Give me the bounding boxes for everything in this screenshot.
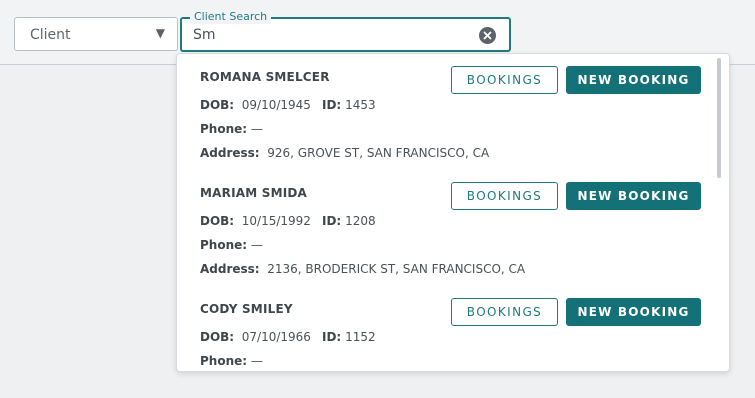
bookings-button[interactable]: BOOKINGS — [451, 182, 558, 210]
id-label: ID: — [322, 214, 342, 228]
bookings-button[interactable]: BOOKINGS — [451, 66, 558, 94]
id-value: 1208 — [345, 214, 376, 228]
address-label: Address: — [200, 262, 260, 276]
phone-label: Phone: — [200, 122, 248, 136]
caret-down-icon: ▼ — [155, 26, 165, 40]
result-item: MARIAM SMIDA DOB: 10/15/1992 ID: 1208 Ph… — [177, 170, 717, 286]
client-search-label: Client Search — [190, 10, 272, 24]
id-value: 1453 — [345, 98, 376, 112]
dob-value: 07/10/1966 — [241, 330, 311, 344]
client-name: CODY SMILEY — [200, 302, 293, 316]
result-item: ROMANA SMELCER DOB: 09/10/1945 ID: 1453 … — [177, 54, 717, 170]
address-label: Address: — [200, 146, 260, 160]
address-value: 926, GROVE ST, SAN FRANCISCO, CA — [267, 146, 490, 160]
dob-label: DOB: — [200, 214, 235, 228]
address-line: Address: 926, GROVE ST, SAN FRANCISCO, C… — [200, 146, 489, 160]
dob-line: DOB: 10/15/1992 ID: 1208 — [200, 214, 376, 228]
id-line: ID: 1152 — [322, 330, 376, 344]
phone-value: — — [250, 122, 263, 136]
new-booking-button[interactable]: NEW BOOKING — [566, 298, 701, 326]
address-value: 2136, BRODERICK ST, SAN FRANCISCO, CA — [267, 262, 526, 276]
result-item: CODY SMILEY DOB: 07/10/1966 ID: 1152 Pho… — [177, 286, 717, 371]
search-results-dropdown: ROMANA SMELCER DOB: 09/10/1945 ID: 1453 … — [176, 53, 730, 372]
phone-value: — — [250, 238, 263, 252]
dob-value: 09/10/1945 — [241, 98, 311, 112]
bookings-button[interactable]: BOOKINGS — [451, 298, 558, 326]
client-name: MARIAM SMIDA — [200, 186, 308, 200]
id-value: 1152 — [345, 330, 376, 344]
dob-line: DOB: 07/10/1966 ID: 1152 — [200, 330, 376, 344]
address-line: Address: 2136, BRODERICK ST, SAN FRANCIS… — [200, 262, 525, 276]
client-search-field[interactable]: Client Search — [180, 10, 511, 52]
phone-line: Phone: — — [200, 122, 263, 136]
dob-label: DOB: — [200, 98, 235, 112]
search-type-select[interactable]: Client ▼ — [14, 17, 178, 51]
id-label: ID: — [322, 330, 342, 344]
new-booking-button[interactable]: NEW BOOKING — [566, 182, 701, 210]
client-search-input[interactable] — [193, 25, 463, 45]
phone-label: Phone: — [200, 238, 248, 252]
phone-value: — — [250, 354, 263, 368]
id-line: ID: 1208 — [322, 214, 376, 228]
id-label: ID: — [322, 98, 342, 112]
phone-line: Phone: — — [200, 238, 263, 252]
phone-label: Phone: — [200, 354, 248, 368]
client-name: ROMANA SMELCER — [200, 70, 330, 84]
dropdown-scrollbar[interactable] — [717, 58, 721, 178]
new-booking-button[interactable]: NEW BOOKING — [566, 66, 701, 94]
id-line: ID: 1453 — [322, 98, 376, 112]
dob-line: DOB: 09/10/1945 ID: 1453 — [200, 98, 376, 112]
dob-label: DOB: — [200, 330, 235, 344]
dob-value: 10/15/1992 — [241, 214, 311, 228]
clear-search-icon[interactable] — [479, 27, 496, 44]
search-type-value: Client — [30, 27, 71, 43]
phone-line: Phone: — — [200, 354, 263, 368]
